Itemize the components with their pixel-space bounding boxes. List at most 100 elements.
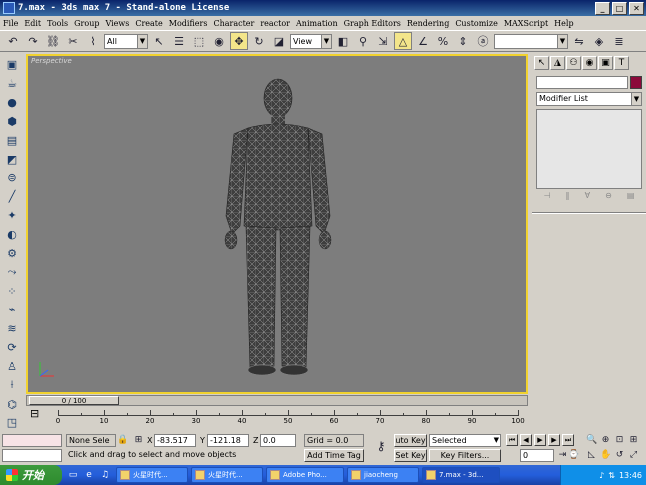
maxscript-listener-output[interactable]: [2, 449, 62, 462]
goto-end-icon[interactable]: ⏭: [562, 434, 574, 446]
set-key-icon[interactable]: ⚷: [372, 440, 390, 452]
systems-icon[interactable]: ⌁: [2, 301, 22, 319]
menu-group[interactable]: Group: [71, 19, 102, 28]
link-icon[interactable]: ⛓: [44, 32, 62, 50]
select-by-name-icon[interactable]: ☰: [170, 32, 188, 50]
current-frame-field[interactable]: 0: [520, 449, 554, 462]
close-button[interactable]: ✕: [629, 1, 644, 15]
absolute-mode-icon[interactable]: ⊞: [133, 435, 144, 446]
menu-modifiers[interactable]: Modifiers: [166, 19, 211, 28]
zoom-extents-icon[interactable]: ⊡: [614, 435, 625, 446]
next-frame-icon[interactable]: ▶: [548, 434, 560, 446]
key-mode-dropdown[interactable]: Selected ▼: [429, 434, 501, 447]
time-configuration-icon[interactable]: ⌚: [568, 450, 579, 461]
configure-modifier-sets-icon[interactable]: ▤: [627, 191, 635, 205]
redo-icon[interactable]: ↷: [24, 32, 42, 50]
add-time-tag-button[interactable]: Add Time Tag: [304, 449, 364, 462]
extended-primitives-icon[interactable]: ⬢: [2, 113, 22, 131]
play-icon[interactable]: ▶: [534, 434, 546, 446]
remove-modifier-icon[interactable]: ⊖: [605, 191, 612, 205]
teapot-icon[interactable]: ☕: [2, 75, 22, 93]
time-slider-thumb[interactable]: 0 / 100: [29, 396, 119, 405]
menu-maxscript[interactable]: MAXScript: [501, 19, 551, 28]
rectangular-selection-icon[interactable]: ⬚: [190, 32, 208, 50]
space-warps-icon[interactable]: ⤳: [2, 263, 22, 281]
bone-icon[interactable]: ⟊: [2, 376, 22, 394]
menu-rendering[interactable]: Rendering: [404, 19, 452, 28]
taskbar-item[interactable]: 火星时代...: [191, 467, 263, 483]
align-icon[interactable]: ◈: [590, 32, 608, 50]
show-end-result-icon[interactable]: ‖: [566, 191, 570, 205]
light-icon[interactable]: ✦: [2, 207, 22, 225]
unlink-icon[interactable]: ✂: [64, 32, 82, 50]
track-bar-ruler[interactable]: 0 10 20 30 40 50 60 70 80 90 100: [56, 407, 525, 425]
perspective-viewport[interactable]: Perspective: [26, 54, 528, 394]
pivot-center-icon[interactable]: ◧: [334, 32, 352, 50]
select-and-scale-icon[interactable]: ◪: [270, 32, 288, 50]
taskbar-item[interactable]: 7.max - 3d...: [422, 467, 500, 483]
menu-character[interactable]: Character: [210, 19, 257, 28]
lock-selection-icon[interactable]: 🔒: [117, 435, 128, 446]
percent-snap-icon[interactable]: %: [434, 32, 452, 50]
select-and-rotate-icon[interactable]: ↻: [250, 32, 268, 50]
character-wireframe-model[interactable]: [208, 76, 348, 376]
helpers-icon[interactable]: ⚙: [2, 244, 22, 262]
start-button[interactable]: 开始: [0, 465, 62, 485]
speaker-icon[interactable]: ♪: [599, 471, 604, 480]
select-object-icon[interactable]: ↖: [150, 32, 168, 50]
viewport-label[interactable]: Perspective: [31, 57, 72, 65]
pan-icon[interactable]: ✋: [600, 450, 611, 461]
maximize-viewport-icon[interactable]: ⤢: [628, 450, 639, 461]
browser-icon[interactable]: e: [82, 468, 96, 482]
selection-filter-dropdown[interactable]: All ▼: [104, 33, 148, 49]
compound-objects-icon[interactable]: ◩: [2, 150, 22, 168]
y-coordinate-field[interactable]: -121.18: [207, 434, 249, 447]
zoom-all-icon[interactable]: ⊕: [600, 435, 611, 446]
menu-animation[interactable]: Animation: [293, 19, 341, 28]
motion-tab-icon[interactable]: ◉: [582, 56, 597, 70]
named-selection-sets-dropdown[interactable]: ▼: [494, 33, 568, 49]
taskbar-item[interactable]: 火星时代...: [116, 467, 188, 483]
sphere-icon[interactable]: ●: [2, 94, 22, 112]
previous-frame-icon[interactable]: ◀: [520, 434, 532, 446]
select-and-manipulate-icon[interactable]: ⚲: [354, 32, 372, 50]
layer-manager-icon[interactable]: ≣: [610, 32, 628, 50]
modify-tab-icon[interactable]: ◮: [550, 56, 565, 70]
taskbar-item[interactable]: Adobe Pho...: [266, 467, 344, 483]
make-unique-icon[interactable]: ∀: [585, 191, 590, 205]
zoom-icon[interactable]: 🔍: [586, 435, 597, 446]
menu-file[interactable]: File: [0, 19, 21, 28]
menu-views[interactable]: Views: [102, 19, 132, 28]
modifier-icon[interactable]: ⟳: [2, 339, 22, 357]
minimize-button[interactable]: _: [595, 1, 610, 15]
time-slider[interactable]: 0 / 100: [26, 395, 528, 406]
spinner-snap-icon[interactable]: ⇕: [454, 32, 472, 50]
select-and-move-icon[interactable]: ✥: [230, 32, 248, 50]
menu-help[interactable]: Help: [551, 19, 576, 28]
bind-spacewarp-icon[interactable]: ⌇: [84, 32, 102, 50]
menu-reactor[interactable]: reactor: [257, 19, 293, 28]
pin-stack-icon[interactable]: ⊣: [544, 191, 551, 205]
create-geometry-icon[interactable]: ▣: [2, 56, 22, 74]
hierarchy-tab-icon[interactable]: ⚇: [566, 56, 581, 70]
window-crossing-icon[interactable]: ◉: [210, 32, 228, 50]
mirror-icon[interactable]: ⇋: [570, 32, 588, 50]
create-tab-icon[interactable]: ↖: [534, 56, 549, 70]
menu-graph-editors[interactable]: Graph Editors: [341, 19, 404, 28]
taskbar-item[interactable]: jiaocheng: [347, 467, 419, 483]
wave-icon[interactable]: ≋: [2, 320, 22, 338]
field-of-view-icon[interactable]: ◺: [586, 450, 597, 461]
camera-icon[interactable]: ◐: [2, 226, 22, 244]
snaps-toggle-icon[interactable]: △: [394, 32, 412, 50]
maxscript-listener-macro[interactable]: [2, 434, 62, 447]
modifier-list-dropdown[interactable]: Modifier List ▼: [536, 92, 642, 106]
edit-named-selections-icon[interactable]: ⓐ: [474, 32, 492, 50]
reference-coordinate-dropdown[interactable]: View ▼: [290, 33, 332, 49]
zoom-extents-all-icon[interactable]: ⊞: [628, 435, 639, 446]
render-icon[interactable]: ◳: [2, 414, 22, 432]
menu-customize[interactable]: Customize: [452, 19, 501, 28]
cylinder-icon[interactable]: ⊜: [2, 169, 22, 187]
menu-edit[interactable]: Edit: [21, 19, 44, 28]
track-bar[interactable]: ⊟ 0 10 20 30 40 50 60 70 80 90 100: [26, 407, 528, 429]
undo-icon[interactable]: ↶: [4, 32, 22, 50]
